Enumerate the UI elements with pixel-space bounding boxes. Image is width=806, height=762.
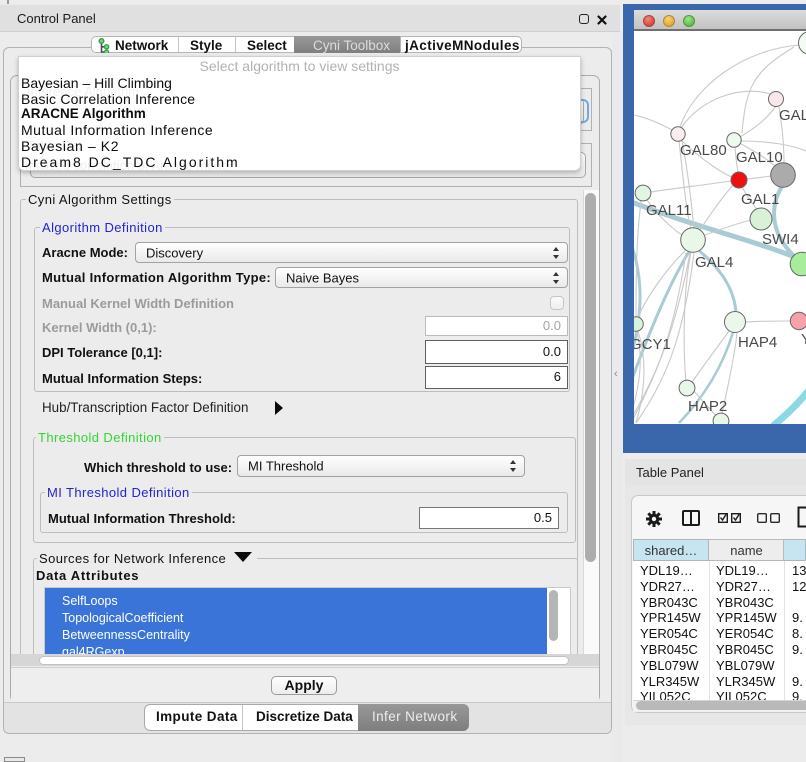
svg-text:HAP2: HAP2 — [688, 398, 727, 415]
svg-text:SWI4: SWI4 — [762, 231, 799, 248]
svg-text:GAL1: GAL1 — [741, 191, 779, 208]
svg-text:GAL11: GAL11 — [646, 202, 692, 219]
svg-text:GAL80: GAL80 — [680, 142, 727, 159]
svg-text:GAL10: GAL10 — [736, 149, 783, 166]
svg-text:GCY1: GCY1 — [634, 336, 671, 353]
svg-text:GAL2: GAL2 — [779, 107, 806, 124]
svg-text:HAP4: HAP4 — [738, 334, 777, 351]
svg-text:Y: Y — [801, 331, 806, 348]
svg-text:GAL4: GAL4 — [695, 254, 733, 271]
